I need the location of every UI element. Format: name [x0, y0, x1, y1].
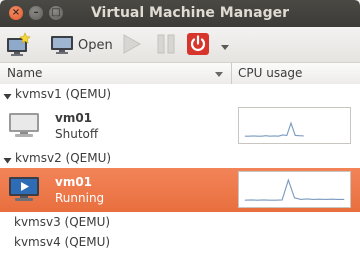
monitor-star-icon	[7, 32, 31, 56]
connection-label: kvmsv1 (QEMU)	[15, 87, 112, 101]
open-button-label: Open	[78, 37, 113, 53]
sort-arrow-icon[interactable]	[214, 68, 224, 82]
connection-label: kvmsv4 (QEMU)	[14, 235, 111, 249]
column-separator[interactable]	[231, 63, 232, 84]
monitor-icon	[51, 36, 73, 54]
power-icon	[187, 33, 209, 55]
toolbar: Open	[0, 27, 360, 62]
vm-row-kvmsv1-vm01[interactable]: vm01 Shutoff	[0, 104, 360, 148]
expander-expanded-icon[interactable]	[3, 90, 12, 104]
cpu-usage-line	[244, 121, 304, 137]
pause-icon	[157, 34, 175, 54]
column-header: Name CPU usage	[0, 62, 360, 85]
vm-running-icon	[8, 175, 40, 206]
connection-row-kvmsv2[interactable]: kvmsv2 (QEMU)	[0, 148, 360, 168]
cpu-usage-graph	[238, 171, 351, 208]
play-icon	[123, 34, 142, 54]
connection-row-kvmsv3[interactable]: kvmsv3 (QEMU)	[0, 212, 360, 232]
chevron-down-icon	[221, 45, 229, 50]
vm-row-kvmsv2-vm01[interactable]: vm01 Running	[0, 168, 360, 212]
vm-list: kvmsv1 (QEMU) vm01 Shutoff kvmsv2 (QEMU)	[0, 84, 360, 264]
column-cpu-header[interactable]: CPU usage	[238, 66, 302, 80]
app-window: × – □ Virtual Machine Manager Open Name …	[0, 0, 360, 264]
vm-status: Shutoff	[55, 127, 99, 141]
column-name-header[interactable]: Name	[7, 66, 42, 80]
vm-status: Running	[55, 191, 105, 205]
run-button[interactable]	[121, 32, 143, 59]
connection-row-kvmsv1[interactable]: kvmsv1 (QEMU)	[0, 84, 360, 104]
shutdown-menu-button[interactable]	[220, 41, 230, 55]
vm-name: vm01	[55, 175, 93, 189]
connection-label: kvmsv2 (QEMU)	[15, 151, 112, 165]
window-title: Virtual Machine Manager	[90, 5, 290, 21]
vm-shutoff-icon	[8, 111, 40, 142]
new-vm-button[interactable]	[5, 32, 31, 58]
cpu-usage-graph	[238, 107, 351, 144]
shutdown-button[interactable]	[186, 32, 210, 59]
vm-name: vm01	[55, 111, 93, 125]
connection-label: kvmsv3 (QEMU)	[14, 215, 111, 229]
cpu-usage-line	[244, 178, 345, 201]
expander-expanded-icon[interactable]	[3, 154, 12, 168]
open-button[interactable]: Open	[50, 32, 113, 58]
pause-button[interactable]	[155, 32, 177, 59]
title-bar[interactable]: × – □ Virtual Machine Manager	[0, 0, 360, 27]
connection-row-kvmsv4[interactable]: kvmsv4 (QEMU)	[0, 232, 360, 252]
